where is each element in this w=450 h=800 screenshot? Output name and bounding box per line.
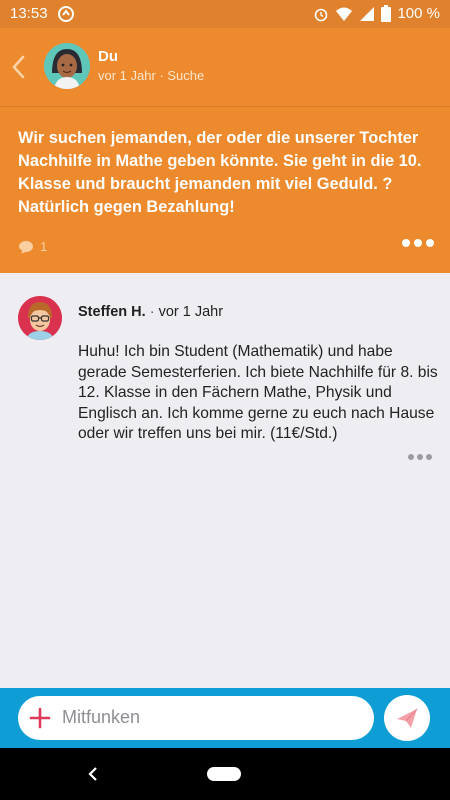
nav-home-button[interactable] [207, 767, 241, 781]
comment-item: Steffen H. · vor 1 Jahr Huhu! Ich bin St… [0, 272, 450, 472]
comment-time: vor 1 Jahr [158, 304, 224, 320]
comment-icon [19, 240, 33, 253]
send-button[interactable] [384, 695, 430, 741]
alarm-icon [315, 8, 328, 21]
signal-icon [360, 6, 375, 21]
dot [417, 454, 423, 460]
post-text: Wir suchen jemanden, der oder die unsere… [18, 129, 422, 216]
send-icon [397, 708, 418, 728]
status-time: 13:53 [10, 5, 48, 22]
dot [414, 239, 422, 247]
plus-icon[interactable] [28, 706, 52, 730]
dot [402, 239, 410, 247]
comment-text: Huhu! Ich bin Student (Mathematik) und h… [78, 343, 438, 442]
header: Du vor 1 Jahr · Suche [0, 28, 450, 106]
avatar[interactable] [44, 43, 90, 89]
post-card: Wir suchen jemanden, der oder die unsere… [0, 106, 450, 273]
comment-header: Steffen H. · vor 1 Jahr [78, 304, 223, 320]
system-nav-bar [0, 748, 450, 800]
dot [408, 454, 414, 460]
comment-input-placeholder: Mitfunken [62, 707, 141, 727]
wifi-icon [336, 7, 353, 21]
comment-author[interactable]: Steffen H. [78, 304, 146, 320]
battery-percent: 100 % [397, 5, 440, 22]
post-more-icon[interactable] [402, 239, 434, 247]
comment-separator: · [149, 304, 155, 320]
nav-back-icon[interactable] [86, 764, 100, 784]
back-arrow-icon[interactable] [6, 50, 30, 84]
commenter-avatar-illustration [18, 296, 62, 340]
comment-avatar[interactable] [18, 296, 62, 340]
battery-icon [381, 5, 392, 22]
status-bar: 13:53 100 % [0, 0, 450, 28]
dot [426, 239, 434, 247]
app-notification-icon [58, 6, 74, 22]
header-meta: vor 1 Jahr · Suche [98, 68, 205, 83]
status-icons: 100 % [313, 5, 440, 22]
dot [426, 454, 432, 460]
user-avatar-illustration [44, 43, 90, 89]
header-user-name: Du [98, 48, 118, 65]
comment-more-icon[interactable] [408, 454, 432, 460]
comment-count: 1 [40, 239, 48, 254]
composer-bar: Mitfunken [0, 688, 450, 748]
post-comment-count[interactable]: 1 [18, 239, 47, 254]
comment-input[interactable]: Mitfunken [18, 696, 374, 740]
